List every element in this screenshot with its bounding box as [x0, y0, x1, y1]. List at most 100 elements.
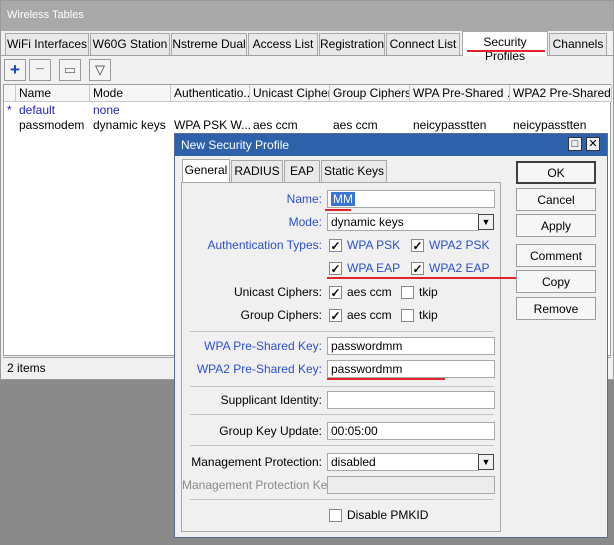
filter-icon: ▽ — [95, 62, 105, 77]
divider — [190, 414, 494, 415]
cell-wpa: neicypasstten — [413, 118, 487, 132]
chevron-down-icon[interactable]: ▼ — [478, 214, 494, 230]
wpa-psk-key-label: WPA Pre-Shared Key: — [204, 339, 322, 353]
tab-static-keys[interactable]: Static Keys — [321, 160, 387, 182]
highlight-underline — [325, 209, 351, 211]
restore-button[interactable]: □ — [568, 137, 582, 151]
comment-button[interactable]: ▭ — [59, 59, 81, 81]
unicast-aes-checkbox[interactable]: ✓ — [329, 286, 342, 299]
column-header-auth[interactable]: Authenticatio... — [171, 85, 250, 102]
column-header-mode[interactable]: Mode — [90, 85, 171, 102]
unicast-aes-label: aes ccm — [347, 285, 392, 299]
cell-wpa2: neicypasstten — [513, 118, 587, 132]
wpa-psk-key-input[interactable]: passwordmm — [327, 337, 495, 355]
management-protection-key-input[interactable] — [327, 476, 495, 494]
divider — [190, 499, 494, 500]
dialog-title: New Security Profile — [175, 134, 607, 156]
column-header-name[interactable]: Name — [16, 85, 90, 102]
group-tkip-checkbox[interactable] — [401, 309, 414, 322]
remove-button[interactable]: Remove — [516, 297, 596, 320]
auth-types-label: Authentication Types: — [207, 238, 322, 252]
column-header-wpa2[interactable]: WPA2 Pre-Shared... — [510, 85, 612, 102]
name-value: MM — [331, 192, 355, 206]
tab-connect-list[interactable]: Connect List — [386, 33, 460, 55]
tab-channels[interactable]: Channels — [549, 33, 607, 55]
management-protection-select[interactable]: disabled — [327, 453, 479, 471]
unicast-ciphers-label: Unicast Ciphers: — [233, 285, 322, 299]
column-header-wpa[interactable]: WPA Pre-Shared ... — [410, 85, 510, 102]
toolbar: + − ▭ ▽ — [1, 57, 613, 83]
tab-general[interactable]: General — [182, 159, 230, 183]
supplicant-identity-input[interactable] — [327, 391, 495, 409]
disable-pmkid-checkbox[interactable] — [329, 509, 342, 522]
comment-button[interactable]: Comment — [516, 244, 596, 267]
tab-bar: WiFi Interfaces W60G Station Nstreme Dua… — [1, 31, 613, 63]
wpa2-psk-checkbox[interactable]: ✓ — [411, 239, 424, 252]
cell-mode: dynamic keys — [93, 118, 166, 132]
new-security-profile-dialog: New Security Profile □ ✕ General RADIUS … — [174, 133, 608, 538]
tab-security-profiles[interactable]: Security Profiles — [462, 31, 548, 63]
wpa-eap-label: WPA EAP — [347, 261, 401, 275]
wpa-psk-checkbox[interactable]: ✓ — [329, 239, 342, 252]
divider — [190, 386, 494, 387]
wpa2-psk-key-input[interactable]: passwordmm — [327, 360, 495, 378]
disable-pmkid-label: Disable PMKID — [347, 508, 429, 522]
plus-icon: + — [10, 60, 20, 79]
cell-name: passmodem — [19, 118, 85, 132]
tab-wifi-interfaces[interactable]: WiFi Interfaces — [5, 33, 89, 55]
name-label: Name: — [286, 192, 322, 206]
supplicant-identity-label: Supplicant Identity: — [220, 393, 322, 407]
highlight-underline — [327, 378, 445, 380]
name-input[interactable]: MM — [327, 190, 495, 208]
cell-unicast: aes ccm — [253, 118, 298, 132]
filter-button[interactable]: ▽ — [89, 59, 111, 81]
copy-button[interactable]: Copy — [516, 270, 596, 293]
chevron-down-icon[interactable]: ▼ — [478, 454, 494, 470]
mode-label: Mode: — [288, 215, 322, 229]
window-title: Wireless Tables — [1, 1, 613, 31]
cell-mode: none — [93, 103, 120, 117]
add-button[interactable]: + — [4, 59, 26, 81]
close-icon: ✕ — [588, 137, 598, 150]
remove-button[interactable]: − — [29, 59, 51, 81]
group-key-update-label: Group Key Update: — [219, 424, 322, 438]
tab-w60g-station[interactable]: W60G Station — [90, 33, 170, 55]
comment-icon: ▭ — [63, 62, 77, 77]
close-button[interactable]: ✕ — [586, 137, 600, 151]
group-aes-label: aes ccm — [347, 308, 392, 322]
group-key-update-input[interactable]: 00:05:00 — [327, 422, 495, 440]
cell-auth: WPA PSK W... — [174, 118, 250, 132]
wpa-psk-label: WPA PSK — [347, 238, 401, 252]
wpa2-psk-label: WPA2 PSK — [429, 238, 490, 252]
highlight-underline — [327, 277, 547, 279]
cell-group: aes ccm — [333, 118, 378, 132]
wpa2-eap-label: WPA2 EAP — [429, 261, 490, 275]
management-protection-key-label: Management Protection Key: — [182, 478, 337, 492]
minus-icon: − — [35, 61, 45, 78]
cell-name: default — [19, 103, 56, 117]
row-mark: * — [7, 103, 12, 117]
tab-eap[interactable]: EAP — [284, 160, 320, 182]
unicast-tkip-checkbox[interactable] — [401, 286, 414, 299]
management-protection-label: Management Protection: — [191, 455, 322, 469]
column-header-group[interactable]: Group Ciphers — [330, 85, 410, 102]
group-aes-checkbox[interactable]: ✓ — [329, 309, 342, 322]
apply-button[interactable]: Apply — [516, 214, 596, 237]
tab-radius[interactable]: RADIUS — [231, 160, 283, 182]
tab-nstreme-dual[interactable]: Nstreme Dual — [171, 33, 247, 55]
divider — [190, 331, 494, 332]
wpa2-eap-checkbox[interactable]: ✓ — [411, 262, 424, 275]
mode-select[interactable]: dynamic keys — [327, 213, 479, 231]
tab-registration[interactable]: Registration — [319, 33, 385, 55]
unicast-tkip-label: tkip — [419, 285, 438, 299]
tab-access-list[interactable]: Access List — [248, 33, 318, 55]
divider — [190, 445, 494, 446]
column-header-mark — [4, 85, 16, 102]
group-ciphers-label: Group Ciphers: — [240, 308, 322, 322]
general-panel: Name: MM Mode: dynamic keys ▼ Authentica… — [181, 182, 547, 532]
ok-button[interactable]: OK — [516, 161, 596, 184]
wpa2-psk-key-label: WPA2 Pre-Shared Key: — [196, 362, 322, 376]
column-header-unicast[interactable]: Unicast Ciphers — [250, 85, 330, 102]
cancel-button[interactable]: Cancel — [516, 188, 596, 211]
wpa-eap-checkbox[interactable]: ✓ — [329, 262, 342, 275]
